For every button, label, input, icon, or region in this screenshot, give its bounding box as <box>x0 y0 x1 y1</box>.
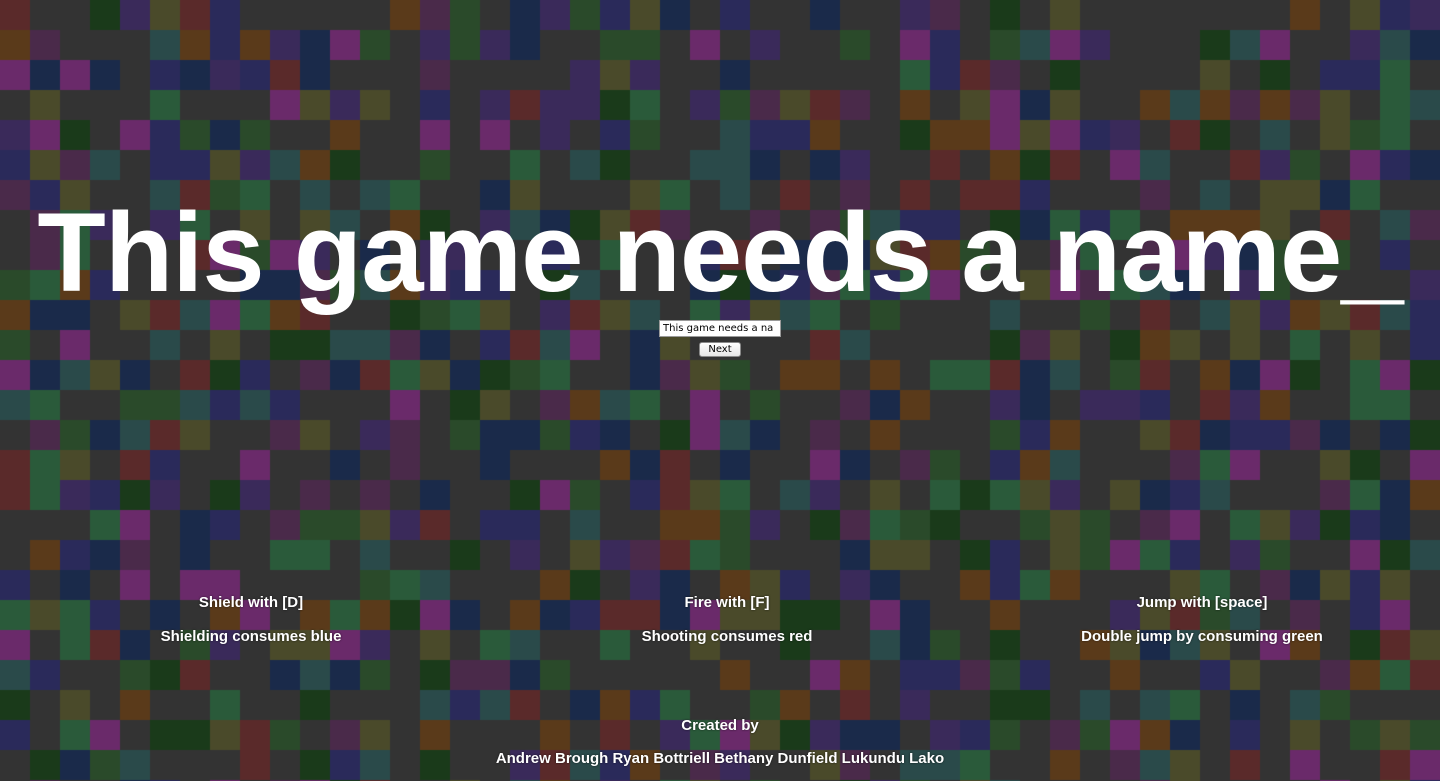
control-cost-jump: Double jump by consuming green <box>1081 628 1323 645</box>
controls-column-shield: Shield with [D] Shielding consumes blue <box>41 594 461 654</box>
control-cost-fire: Shooting consumes red <box>641 628 813 645</box>
control-action-jump: Jump with [space] <box>1136 594 1268 611</box>
credits-heading: Created by <box>681 717 759 734</box>
game-name-input[interactable] <box>659 320 781 337</box>
credits-names: Andrew Brough Ryan Bottriell Bethany Dun… <box>495 750 945 767</box>
control-action-shield: Shield with [D] <box>198 594 304 611</box>
controls-column-fire: Fire with [F] Shooting consumes red <box>517 594 937 654</box>
next-button[interactable]: Next <box>699 342 741 357</box>
title-screen: This game needs a name_ Next Shield with… <box>0 0 1440 781</box>
control-action-fire: Fire with [F] <box>684 594 770 611</box>
game-title: This game needs a name_ <box>37 190 1403 315</box>
controls-column-jump: Jump with [space] Double jump by consumi… <box>992 594 1412 654</box>
control-cost-shield: Shielding consumes blue <box>160 628 342 645</box>
